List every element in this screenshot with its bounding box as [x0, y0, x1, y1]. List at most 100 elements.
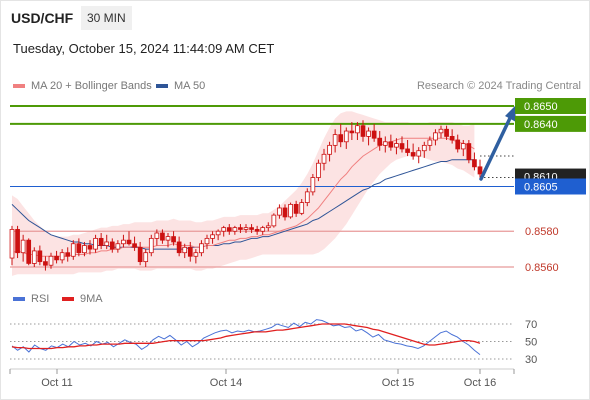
candle-body[interactable]	[93, 237, 98, 250]
candle-body[interactable]	[249, 227, 254, 230]
candle-body[interactable]	[215, 230, 221, 236]
candle-body[interactable]	[171, 236, 176, 243]
candle-body[interactable]	[132, 243, 137, 248]
candle-body[interactable]	[343, 130, 349, 143]
candle-body[interactable]	[109, 241, 115, 250]
candle-body[interactable]	[148, 237, 154, 254]
candle-body[interactable]	[371, 130, 377, 139]
candle-body[interactable]	[26, 239, 32, 264]
candle-body[interactable]	[388, 141, 394, 148]
candle-body[interactable]	[421, 144, 427, 152]
candle-body[interactable]	[31, 250, 37, 264]
candle-body[interactable]	[104, 241, 110, 246]
candle-body[interactable]	[182, 246, 188, 254]
candle-body[interactable]	[282, 207, 288, 218]
candle-body[interactable]	[472, 159, 477, 168]
candle-body[interactable]	[54, 255, 59, 261]
candle-body[interactable]	[65, 252, 71, 257]
candle-body[interactable]	[438, 128, 444, 134]
bollinger-band	[12, 111, 475, 276]
candle-body[interactable]	[410, 152, 416, 157]
candle-body[interactable]	[433, 132, 438, 141]
candle-body[interactable]	[338, 134, 344, 143]
candle-body[interactable]	[232, 227, 238, 232]
rsi-tick-label: 50	[525, 337, 537, 349]
candle-body[interactable]	[271, 214, 277, 227]
candle-body[interactable]	[405, 148, 410, 153]
label-r1-text: 0.8650	[524, 101, 558, 113]
candle-body[interactable]	[115, 243, 121, 250]
candle-body[interactable]	[310, 177, 316, 193]
candle-body[interactable]	[366, 130, 371, 137]
candle-body[interactable]	[382, 141, 388, 146]
candle-body[interactable]	[327, 144, 332, 155]
candle-body[interactable]	[137, 246, 143, 263]
candle-body[interactable]	[70, 243, 76, 257]
candle-body[interactable]	[87, 245, 93, 250]
candle-body[interactable]	[82, 245, 87, 254]
rsi-tick-label: 70	[525, 319, 537, 331]
candle-body[interactable]	[226, 227, 232, 232]
candle-body[interactable]	[460, 143, 466, 150]
price-chart[interactable]: 0.86500.86400.86100.86050.85800.85607050…	[0, 0, 590, 400]
candle-body[interactable]	[394, 143, 399, 148]
candle-body[interactable]	[377, 137, 383, 146]
rsi-tick-label: 30	[525, 354, 537, 366]
x-tick-label: Oct 14	[210, 377, 242, 389]
label-r2-text: 0.8640	[524, 119, 558, 131]
candle-body[interactable]	[477, 166, 483, 175]
candle-body[interactable]	[254, 229, 260, 232]
candle-body[interactable]	[332, 134, 338, 146]
candle-body[interactable]	[265, 225, 271, 229]
candle-body[interactable]	[193, 252, 199, 257]
candle-body[interactable]	[20, 239, 26, 254]
candle-body[interactable]	[321, 153, 327, 164]
candle-body[interactable]	[299, 202, 305, 214]
candle-body[interactable]	[455, 139, 461, 150]
label-s1: 0.8580	[525, 226, 559, 238]
x-tick-label: Oct 15	[382, 377, 414, 389]
candle-body[interactable]	[355, 125, 360, 134]
candle-body[interactable]	[288, 203, 293, 218]
candle-body[interactable]	[76, 243, 82, 254]
rsi-ma-line	[11, 323, 481, 350]
candle-body[interactable]	[15, 229, 20, 254]
candle-body[interactable]	[444, 128, 449, 137]
candle-body[interactable]	[210, 234, 215, 239]
candle-body[interactable]	[143, 252, 149, 263]
candle-body[interactable]	[399, 143, 405, 150]
candle-body[interactable]	[416, 150, 422, 157]
candle-body[interactable]	[165, 236, 171, 241]
candle-body[interactable]	[427, 139, 433, 146]
candle-body[interactable]	[126, 239, 132, 245]
candle-body[interactable]	[199, 243, 204, 254]
candle-body[interactable]	[449, 136, 455, 141]
candle-body[interactable]	[277, 207, 282, 216]
x-tick-label: Oct 11	[41, 377, 73, 389]
candle-body[interactable]	[204, 237, 210, 245]
candle-body[interactable]	[360, 125, 366, 137]
candle-body[interactable]	[48, 255, 54, 266]
candle-body[interactable]	[160, 232, 165, 241]
label-current-text: 0.8605	[524, 182, 558, 194]
candle-body[interactable]	[293, 203, 299, 214]
x-tick-label: Oct 16	[464, 377, 496, 389]
candle-body[interactable]	[243, 227, 249, 230]
candle-body[interactable]	[176, 241, 182, 254]
label-s2: 0.8560	[525, 262, 559, 274]
candle-body[interactable]	[349, 130, 355, 134]
candle-body[interactable]	[154, 232, 160, 239]
candle-body[interactable]	[304, 191, 310, 204]
candle-body[interactable]	[121, 239, 126, 245]
candle-body[interactable]	[260, 227, 266, 232]
candle-body[interactable]	[316, 162, 321, 178]
candle-body[interactable]	[9, 229, 15, 259]
candle-body[interactable]	[43, 261, 48, 266]
candle-body[interactable]	[221, 227, 227, 232]
candle-body[interactable]	[466, 143, 472, 161]
candle-body[interactable]	[98, 237, 104, 246]
candle-body[interactable]	[238, 227, 243, 230]
candle-body[interactable]	[187, 246, 193, 257]
candle-body[interactable]	[59, 252, 65, 261]
candle-body[interactable]	[37, 250, 43, 263]
